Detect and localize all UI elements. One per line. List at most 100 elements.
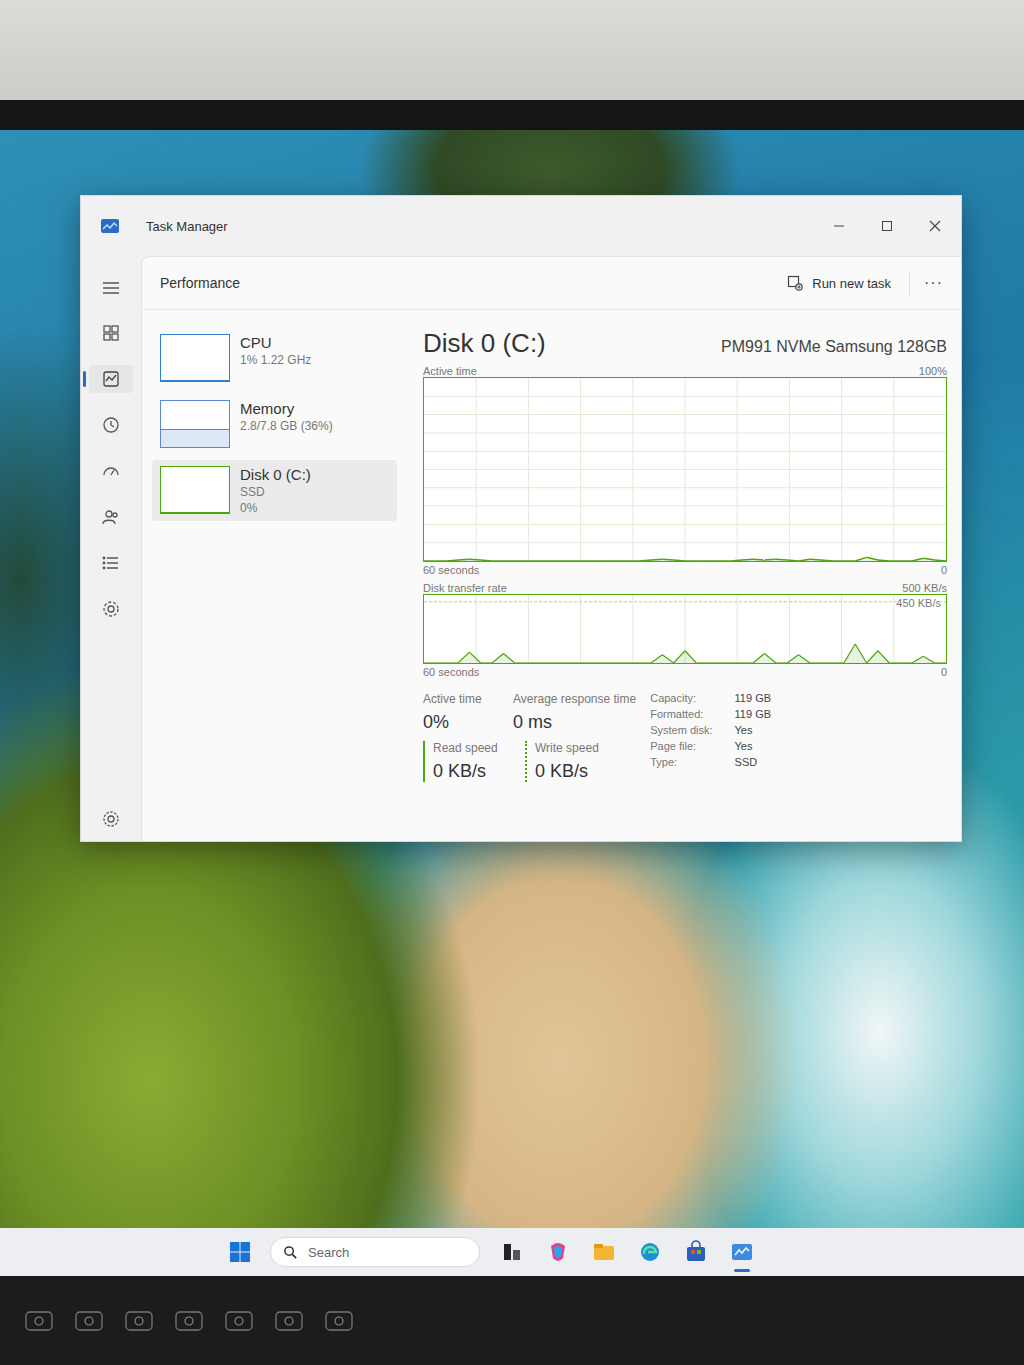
- chart-line: [742, 662, 753, 663]
- taskbar-explorer[interactable]: [590, 1240, 618, 1264]
- resource-detail: 1% 1.22 GHz: [240, 353, 311, 367]
- chart-line: [776, 662, 787, 663]
- taskbar-edge[interactable]: [636, 1240, 664, 1264]
- chart-line: [651, 655, 662, 663]
- chart-line: [560, 560, 571, 562]
- resource-item[interactable]: Memory 2.8/7.8 GB (36%): [152, 394, 397, 454]
- nav-processes[interactable]: [89, 322, 133, 344]
- settings-gear-icon[interactable]: [101, 809, 121, 829]
- chart-line: [696, 662, 707, 663]
- chart-line: [855, 557, 866, 561]
- nav-history[interactable]: [89, 414, 133, 436]
- chart-line: [685, 651, 696, 663]
- nav-services[interactable]: [89, 598, 133, 620]
- chart-line: [572, 560, 583, 562]
- taskbar-task-manager[interactable]: [728, 1240, 756, 1264]
- chart-line: [628, 560, 639, 562]
- resource-thumbnail: [160, 400, 230, 448]
- chart-line: [730, 559, 741, 561]
- resource-detail: 2.8/7.8 GB (36%): [240, 419, 333, 433]
- chart-line: [503, 653, 514, 663]
- nav-users[interactable]: [89, 506, 133, 528]
- chart-line: [549, 560, 560, 562]
- chart-line: [798, 655, 809, 663]
- chart-line: [674, 651, 685, 663]
- run-task-icon: [787, 275, 803, 291]
- stat: Active time0%: [423, 692, 501, 733]
- taskbar: Search: [0, 1228, 1024, 1276]
- resource-name: Memory: [240, 400, 333, 417]
- chart-line: [628, 662, 639, 663]
- chart-line: [923, 558, 934, 560]
- monitor-button-icon[interactable]: [24, 1310, 54, 1332]
- nav-rail: [81, 256, 141, 841]
- chart-line: [923, 656, 934, 663]
- chart-line: [617, 662, 628, 663]
- history-icon: [101, 415, 121, 435]
- search-icon: [283, 1245, 298, 1260]
- chart-line: [685, 560, 696, 562]
- chart-line: [719, 662, 730, 663]
- chart-line: [867, 651, 878, 663]
- resource-name: CPU: [240, 334, 311, 351]
- chart-line: [662, 558, 673, 560]
- menu-icon[interactable]: [101, 278, 121, 298]
- monitor-button-icon[interactable]: [324, 1310, 354, 1332]
- chart-line: [526, 560, 537, 562]
- chart-line: [424, 662, 435, 663]
- photo: Task ManagerPerformanceRun new task···CP…: [0, 0, 1024, 1365]
- speed-stat: Read speed0 KB/s: [423, 741, 513, 782]
- chart-line: [833, 560, 844, 562]
- nav-performance[interactable]: [89, 365, 133, 393]
- chart-line: [764, 653, 775, 663]
- chart-line: [606, 560, 617, 562]
- more-button[interactable]: ···: [924, 274, 943, 292]
- chart-line: [867, 557, 878, 560]
- chart-line: [833, 662, 844, 663]
- chart-line: [742, 558, 753, 560]
- chart-line: [537, 560, 548, 562]
- taskbar-search[interactable]: Search: [270, 1237, 480, 1267]
- chart-line: [901, 560, 912, 562]
- monitor-button-icon[interactable]: [224, 1310, 254, 1332]
- store-icon: [684, 1240, 708, 1264]
- chart-line: [708, 560, 719, 562]
- page-header: PerformanceRun new task···: [142, 257, 961, 310]
- services-icon: [101, 599, 121, 619]
- chart-line: [787, 655, 798, 663]
- nav-startup[interactable]: [89, 460, 133, 482]
- chart-line: [640, 662, 651, 663]
- chart-mark-label: 450 KB/s: [896, 597, 941, 609]
- monitor-button-icon[interactable]: [74, 1310, 104, 1332]
- nav-details[interactable]: [89, 552, 133, 574]
- monitor-button-icon[interactable]: [274, 1310, 304, 1332]
- taskbar-task-view[interactable]: [498, 1240, 526, 1264]
- task-manager-icon: [101, 219, 119, 233]
- chart-line: [844, 644, 855, 663]
- chart-line: [492, 560, 503, 562]
- chart-line: [674, 559, 685, 561]
- minimize-icon[interactable]: [833, 220, 845, 232]
- chart-line: [549, 662, 560, 663]
- chart-line: [503, 560, 514, 562]
- taskbar-store[interactable]: [682, 1240, 710, 1264]
- chart-line: [537, 662, 548, 663]
- taskbar-copilot[interactable]: [544, 1240, 572, 1264]
- chart-line: [810, 662, 821, 663]
- chart-line: [730, 662, 741, 663]
- resource-item[interactable]: Disk 0 (C:)SSD0%: [152, 460, 397, 521]
- windows-start-icon[interactable]: [228, 1240, 252, 1264]
- chart-line: [708, 662, 719, 663]
- chart-line: [912, 558, 923, 561]
- chart-line: [594, 662, 605, 663]
- monitor-button-icon[interactable]: [124, 1310, 154, 1332]
- startup-icon: [101, 461, 121, 481]
- resource-item[interactable]: CPU 1% 1.22 GHz: [152, 328, 397, 388]
- run-new-task-button[interactable]: Run new task: [787, 275, 891, 291]
- maximize-icon[interactable]: [881, 220, 893, 232]
- wall: [0, 0, 1024, 100]
- chart-line: [617, 560, 628, 562]
- monitor-button-icon[interactable]: [174, 1310, 204, 1332]
- close-icon[interactable]: [929, 220, 941, 232]
- chart-line: [469, 652, 480, 663]
